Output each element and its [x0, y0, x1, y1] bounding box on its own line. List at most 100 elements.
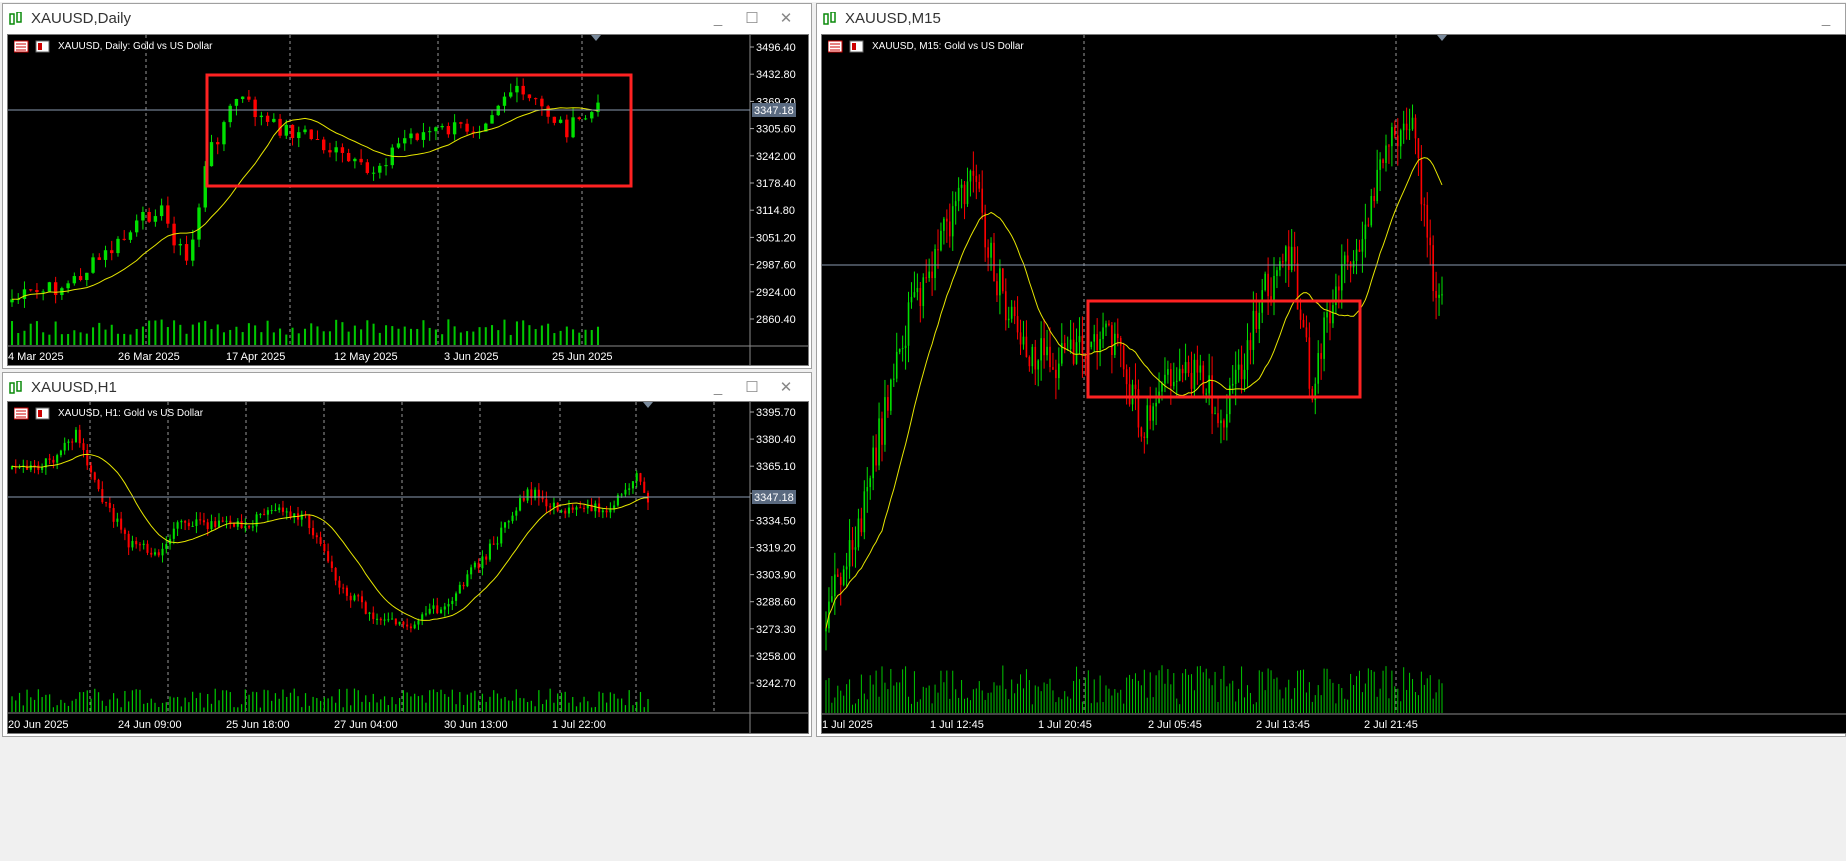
price-label: 3178.40	[756, 178, 796, 190]
candle-body	[972, 170, 975, 176]
candle-body	[128, 232, 133, 240]
window-titlebar[interactable]: XAUUSD,M15 _	[817, 4, 1845, 34]
price-label: 3496.40	[756, 42, 796, 54]
candle-body	[1175, 380, 1178, 382]
candle-body	[898, 348, 901, 352]
candle-body	[334, 147, 338, 153]
chart-shift-marker	[1437, 35, 1447, 41]
candle-body	[85, 272, 89, 281]
candle-body	[221, 520, 224, 522]
candle-body	[963, 184, 966, 205]
candle-body	[1234, 369, 1237, 384]
candle-body	[53, 282, 58, 296]
candle-body	[146, 543, 149, 553]
chart-window-h1[interactable]: XAUUSD,H1 _ ☐ ✕ 3395.70 3380.40 3365.10 334…	[2, 372, 812, 737]
candle-body	[1426, 204, 1429, 238]
chart-bars-icon	[9, 12, 22, 25]
minimize-button[interactable]: _	[1813, 8, 1839, 30]
trade-icon	[828, 40, 864, 53]
chart-area[interactable]: 3496.40 3432.80 3369.20 3305.60 3242.00 3178.…	[7, 34, 809, 366]
candlestick-chart[interactable]: 3395.703380.403365.103349.803334.503319.…	[8, 402, 808, 733]
candle-body	[413, 624, 416, 629]
candle-body	[541, 497, 544, 500]
candle-body	[1055, 369, 1057, 379]
candle-body	[831, 596, 833, 602]
candle-body	[577, 117, 581, 120]
chart-area[interactable]: 3395.703380.403365.103349.803334.503319.…	[7, 401, 809, 734]
chart-area[interactable]: 1 Jul 2025 1 Jul 12:45 1 Jul 20:45 2 Jul 05…	[821, 34, 1846, 734]
candle-body	[29, 289, 33, 291]
candle-body	[127, 533, 130, 548]
candle-body	[263, 514, 266, 516]
minimize-button[interactable]: _	[705, 8, 731, 30]
close-button[interactable]: ✕	[773, 377, 799, 399]
candlestick-chart[interactable]: 3496.403432.803369.203305.603242.003178.…	[8, 35, 808, 365]
candle-body	[1111, 325, 1113, 356]
candle-body	[161, 548, 164, 556]
price-label: 3273.30	[756, 624, 796, 636]
candle-body	[244, 526, 247, 529]
candle-body	[138, 544, 141, 546]
chart-window-m15[interactable]: XAUUSD,M15 _ 1 Jul 2025 1 Jul 12:45 1 Jul …	[816, 3, 1846, 737]
date-label: 1 Jul 22:00	[552, 719, 606, 731]
candle-body	[1093, 334, 1096, 342]
candle-body	[247, 96, 251, 100]
candle-body	[1143, 436, 1146, 439]
minimize-button[interactable]: _	[705, 377, 731, 399]
candle-body	[571, 507, 574, 510]
candle-body	[564, 510, 567, 514]
candle-body	[236, 520, 239, 527]
candle-body	[142, 543, 145, 546]
candle-body	[836, 574, 839, 577]
candle-body	[1411, 117, 1414, 130]
candle-body	[459, 122, 463, 124]
candle-body	[1317, 353, 1320, 384]
top-tab-strip	[0, 0, 1846, 2]
window-titlebar[interactable]: XAUUSD,Daily _ ☐ ✕	[3, 4, 811, 34]
date-label: 4 Mar 2025	[8, 351, 64, 363]
candle-body	[1417, 138, 1420, 159]
candle-body	[1402, 123, 1405, 131]
candle-body	[116, 238, 120, 254]
candle-body	[601, 510, 604, 513]
candle-body	[509, 92, 513, 97]
candle-body	[378, 165, 382, 173]
candle-body	[1187, 362, 1190, 373]
candle-body	[519, 498, 522, 511]
candle-body	[206, 522, 209, 530]
candle-body	[123, 529, 126, 534]
candle-body	[552, 502, 555, 508]
candle-body	[67, 441, 70, 443]
candle-body	[387, 619, 390, 621]
candle-body	[309, 129, 313, 140]
candle-body	[1078, 336, 1081, 343]
candle-body	[1096, 334, 1098, 351]
candle-body	[895, 351, 898, 379]
candlestick-chart[interactable]: 1 Jul 2025 1 Jul 12:45 1 Jul 20:45 2 Jul 05…	[822, 35, 1846, 733]
date-label: 26 Mar 2025	[118, 351, 180, 363]
candle-body	[97, 257, 101, 260]
candle-body	[872, 447, 874, 479]
maximize-button[interactable]: ☐	[739, 377, 765, 399]
symbol-info: XAUUSD, M15: Gold vs US Dollar	[872, 41, 1024, 52]
candle-body	[839, 576, 842, 585]
chart-window-daily[interactable]: XAUUSD,Daily _ ☐ ✕ 3496.40 3432.80 3369.20…	[2, 3, 812, 369]
candle-body	[878, 418, 880, 466]
maximize-button[interactable]: ☐	[739, 8, 765, 30]
price-label: 2924.00	[756, 287, 796, 299]
candle-body	[439, 609, 443, 614]
candle-body	[78, 429, 81, 444]
candle-body	[1376, 169, 1378, 202]
window-titlebar[interactable]: XAUUSD,H1 _ ☐ ✕	[3, 373, 811, 403]
close-button[interactable]: ✕	[773, 8, 799, 30]
candle-body	[1090, 341, 1093, 348]
candle-body	[327, 551, 330, 562]
candle-body	[957, 187, 960, 202]
candle-body	[1228, 385, 1231, 415]
candle-body	[1332, 305, 1334, 324]
candle-body	[1131, 384, 1134, 405]
candle-body	[1282, 261, 1284, 263]
candle-body	[1308, 337, 1311, 389]
candle-body	[396, 143, 401, 148]
candle-body	[266, 510, 269, 515]
